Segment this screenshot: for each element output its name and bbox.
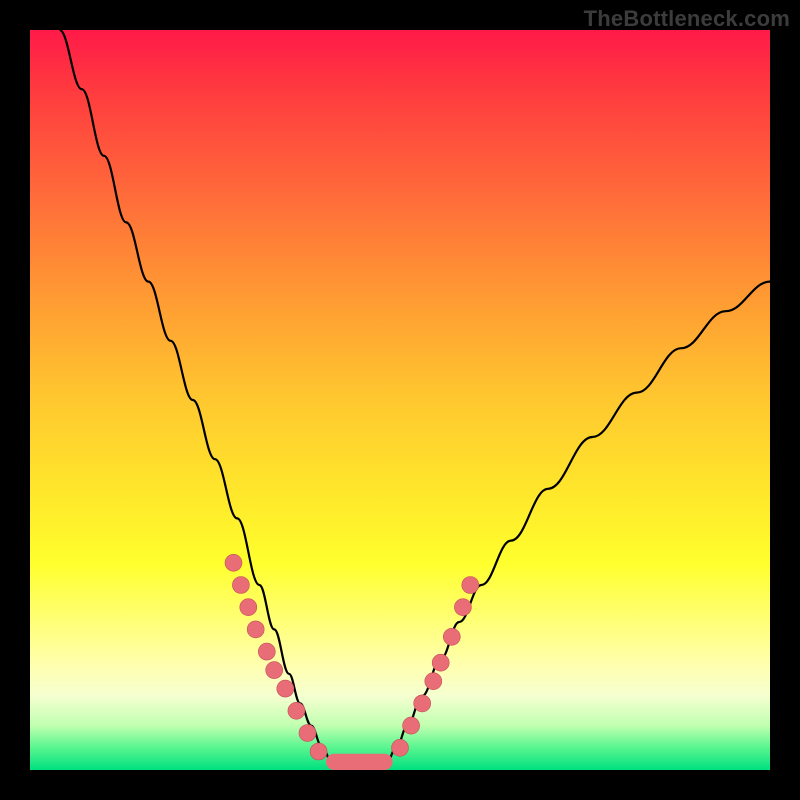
scatter-dot xyxy=(299,725,316,742)
scatter-points xyxy=(225,554,479,760)
scatter-dot xyxy=(462,577,479,594)
scatter-dot xyxy=(392,739,409,756)
curve-right xyxy=(385,282,770,767)
scatter-dot xyxy=(432,654,449,671)
scatter-dot xyxy=(247,621,264,638)
chart-svg xyxy=(30,30,770,770)
scatter-dot xyxy=(425,673,442,690)
floor-bar xyxy=(326,754,393,770)
scatter-dot xyxy=(258,643,275,660)
scatter-dot xyxy=(266,662,283,679)
watermark-text: TheBottleneck.com xyxy=(584,6,790,32)
scatter-dot xyxy=(277,680,294,697)
scatter-dot xyxy=(454,599,471,616)
scatter-dot xyxy=(414,695,431,712)
scatter-dot xyxy=(310,743,327,760)
curve-left xyxy=(60,30,334,766)
chart-area xyxy=(30,30,770,770)
scatter-dot xyxy=(225,554,242,571)
scatter-dot xyxy=(288,702,305,719)
scatter-dot xyxy=(403,717,420,734)
scatter-dot xyxy=(240,599,257,616)
scatter-dot xyxy=(232,577,249,594)
scatter-dot xyxy=(443,628,460,645)
